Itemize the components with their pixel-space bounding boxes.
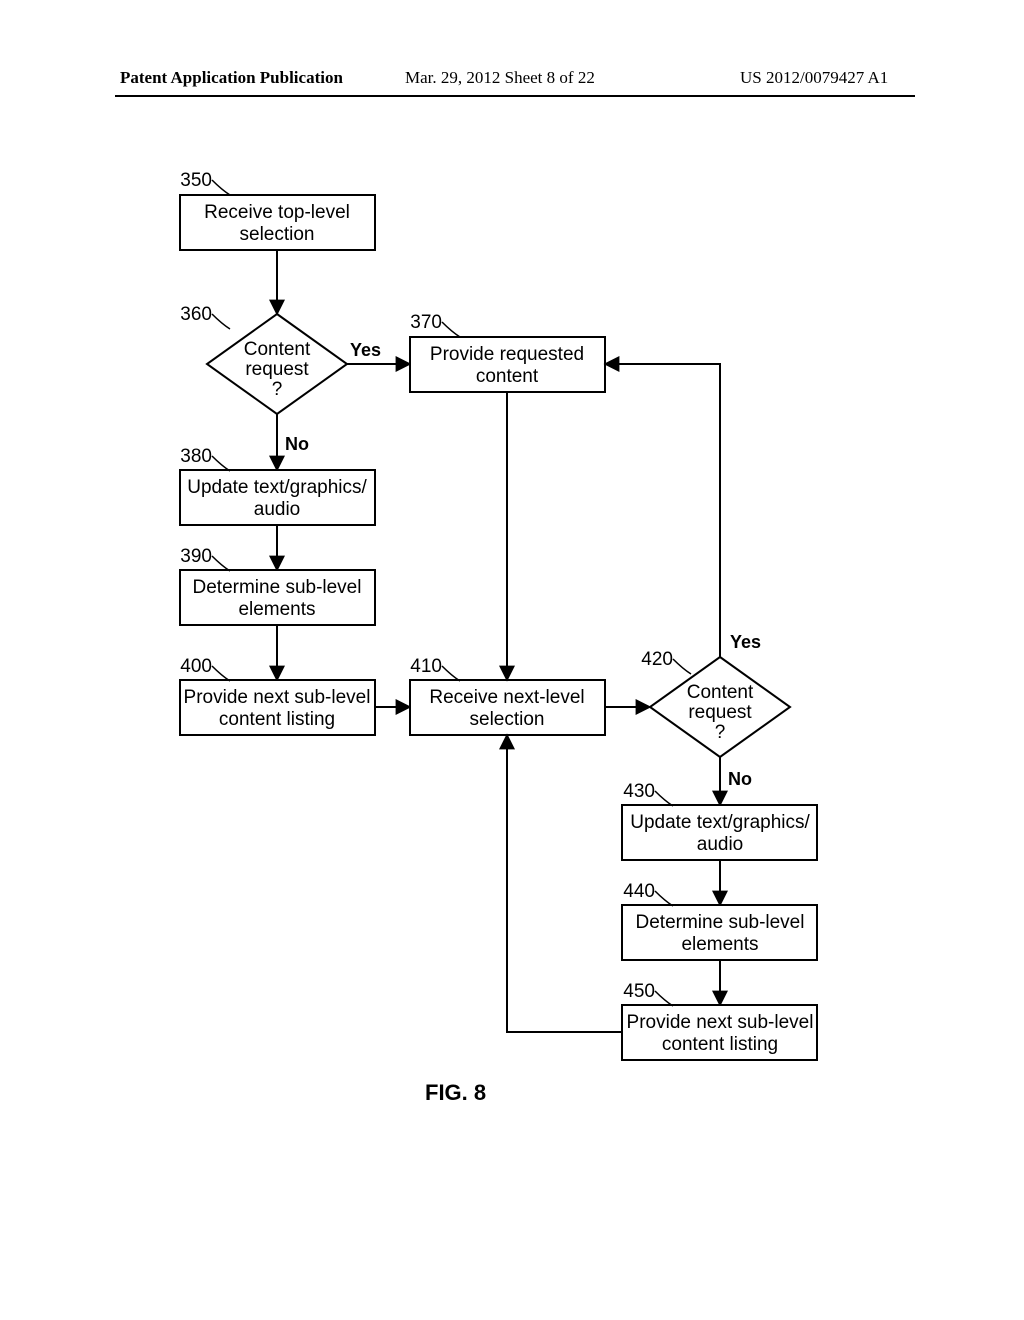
svg-text:Receive top-level: Receive top-level	[204, 202, 350, 223]
label-no-420: No	[728, 769, 752, 789]
svg-text:Provide next sub-level: Provide next sub-level	[627, 1012, 814, 1033]
svg-text:430: 430	[623, 781, 655, 802]
node-370: Provide requested content 370	[410, 312, 605, 392]
svg-text:360: 360	[180, 304, 212, 325]
svg-text:Update text/graphics/: Update text/graphics/	[630, 812, 810, 833]
svg-text:Determine sub-level: Determine sub-level	[193, 577, 362, 598]
svg-text:content listing: content listing	[219, 709, 335, 730]
svg-text:Determine sub-level: Determine sub-level	[636, 912, 805, 933]
node-360: Content request ? 360	[180, 304, 347, 414]
svg-text:elements: elements	[238, 599, 315, 620]
svg-text:390: 390	[180, 546, 212, 567]
label-yes-420: Yes	[730, 632, 761, 652]
svg-text:?: ?	[272, 379, 283, 400]
svg-text:content listing: content listing	[662, 1034, 778, 1055]
svg-text:Content: Content	[687, 682, 754, 703]
svg-text:selection: selection	[240, 224, 315, 245]
svg-text:selection: selection	[470, 709, 545, 730]
svg-text:request: request	[245, 359, 309, 380]
svg-text:410: 410	[410, 656, 442, 677]
edge-420-370	[605, 364, 720, 657]
label-no-360: No	[285, 434, 309, 454]
svg-text:Provide next sub-level: Provide next sub-level	[184, 687, 371, 708]
svg-text:Provide requested: Provide requested	[430, 344, 584, 365]
node-420: Content request ? 420	[641, 649, 790, 757]
svg-text:request: request	[688, 702, 752, 723]
svg-text:?: ?	[715, 722, 726, 743]
svg-text:440: 440	[623, 881, 655, 902]
svg-text:content: content	[476, 366, 539, 387]
svg-text:400: 400	[180, 656, 212, 677]
svg-text:450: 450	[623, 981, 655, 1002]
node-350: Receive top-level selection 350	[180, 170, 375, 250]
edge-450-410	[507, 735, 622, 1032]
svg-text:Receive next-level: Receive next-level	[429, 687, 584, 708]
svg-text:audio: audio	[254, 499, 301, 520]
svg-text:370: 370	[410, 312, 442, 333]
svg-text:420: 420	[641, 649, 673, 670]
flowchart-svg: Receive top-level selection 350 Content …	[0, 0, 1024, 1320]
svg-text:audio: audio	[697, 834, 744, 855]
figure-caption: FIG. 8	[425, 1080, 486, 1106]
svg-text:350: 350	[180, 170, 212, 191]
svg-text:elements: elements	[681, 934, 758, 955]
svg-text:Update text/graphics/: Update text/graphics/	[187, 477, 367, 498]
svg-text:Content: Content	[244, 339, 311, 360]
svg-text:380: 380	[180, 446, 212, 467]
label-yes-360: Yes	[350, 340, 381, 360]
